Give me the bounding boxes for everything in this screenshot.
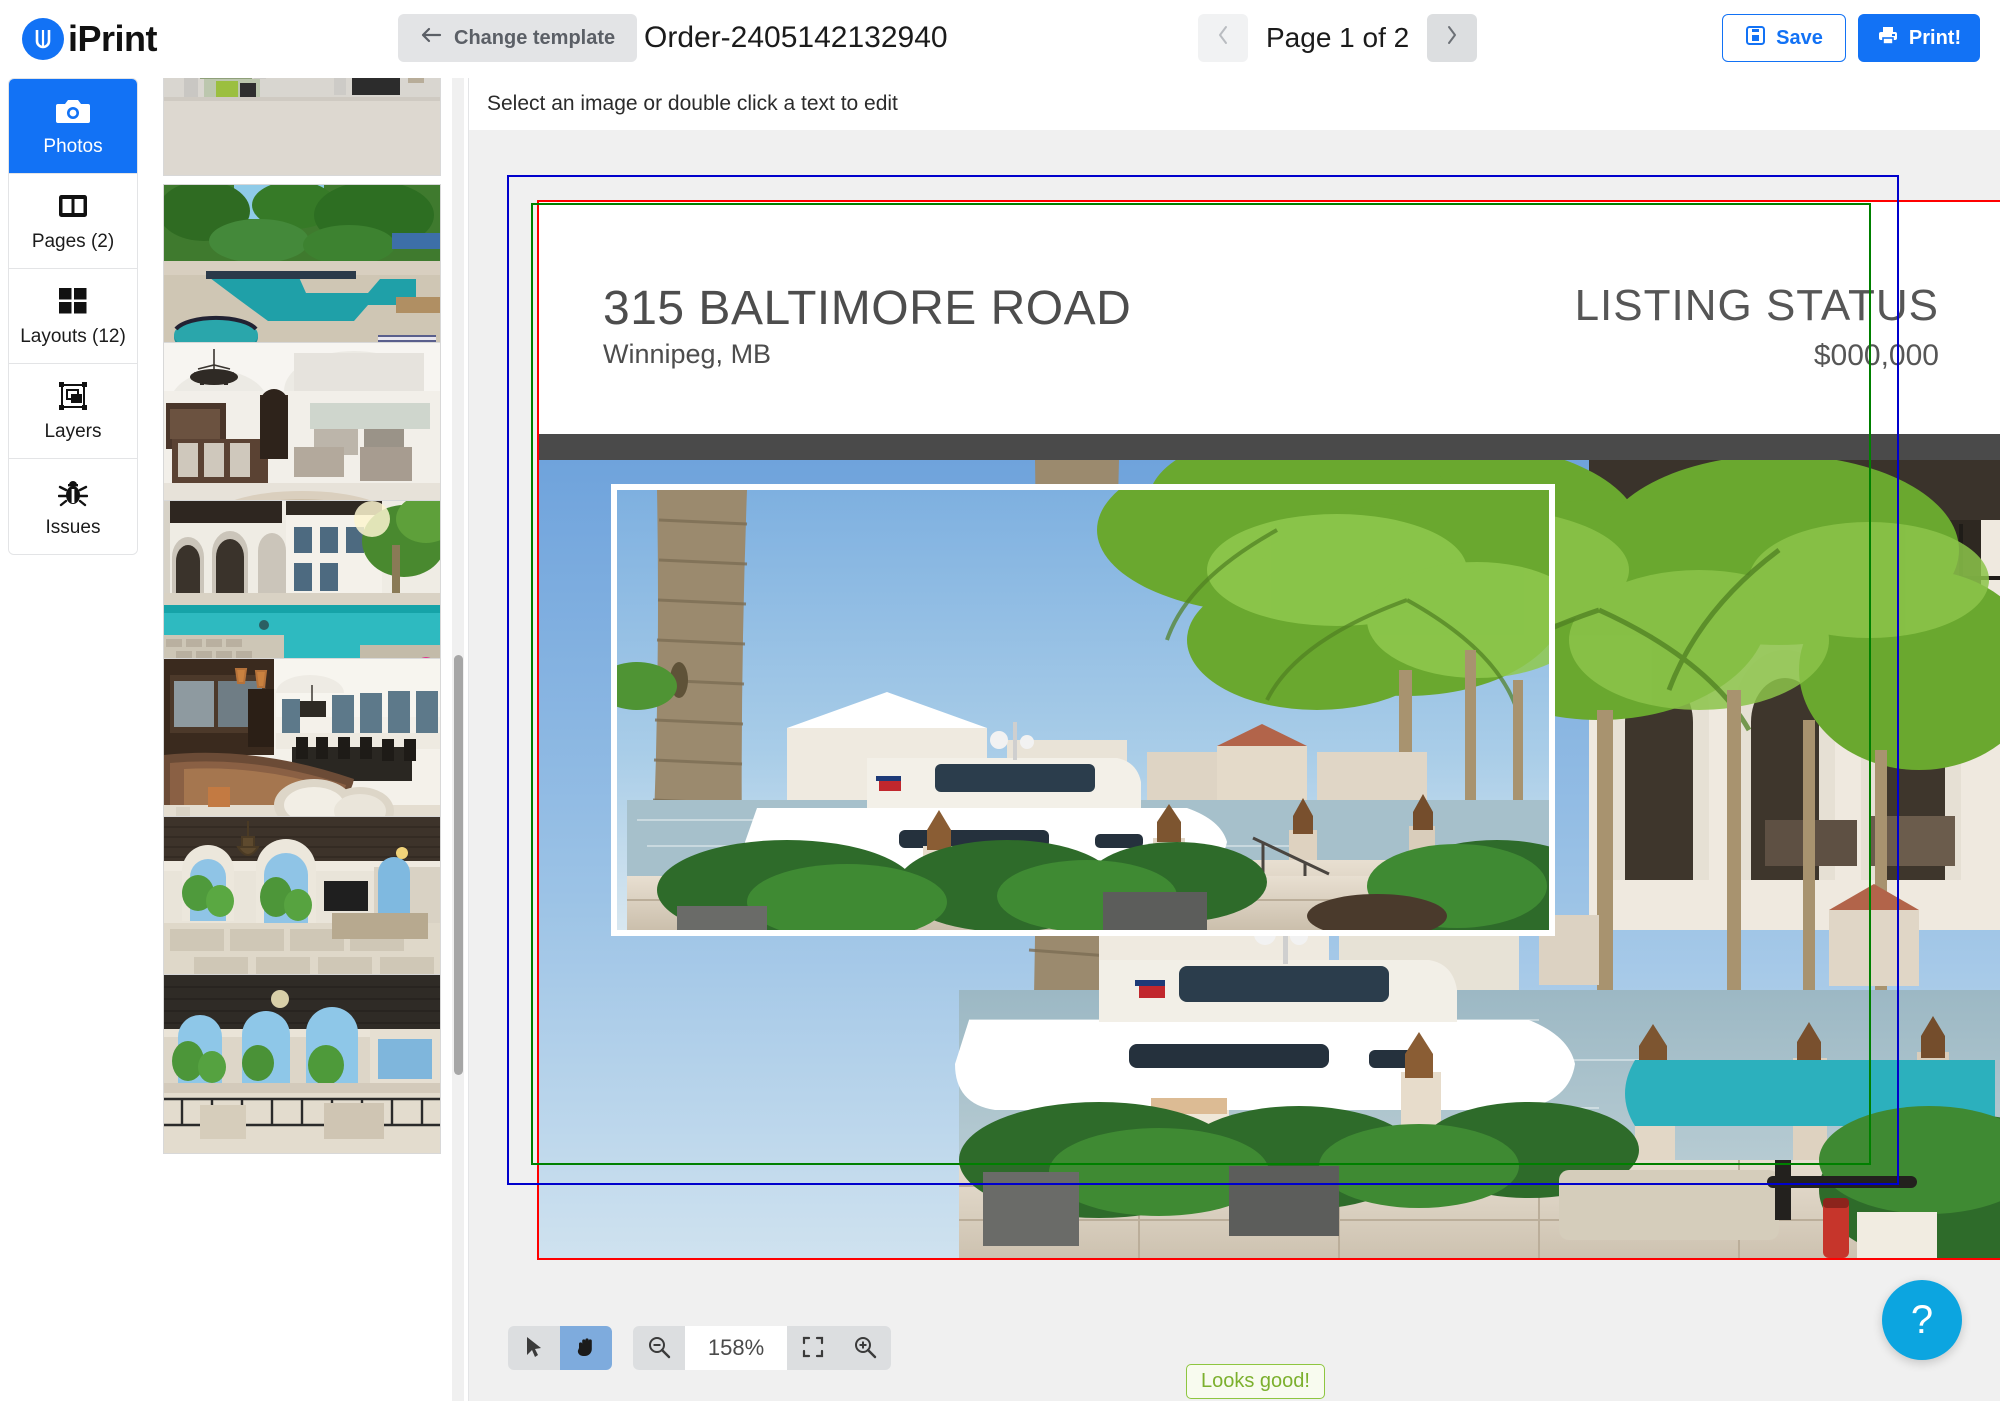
- photo-waterfront-palms-inset: [617, 490, 1549, 930]
- layers-icon: [58, 379, 88, 413]
- question-mark-icon: ?: [1910, 1297, 1934, 1342]
- camera-icon: [55, 94, 91, 128]
- design-divider-band: [539, 434, 2000, 460]
- sidebar-nav: Photos Pages (2) Layouts (12) Layers Iss…: [8, 78, 138, 555]
- sidebar-item-label: Pages (2): [31, 231, 115, 252]
- list-item[interactable]: [163, 342, 441, 522]
- canvas-tool-group: [508, 1326, 612, 1370]
- pan-tool-button[interactable]: [560, 1326, 612, 1370]
- list-item[interactable]: [163, 184, 441, 364]
- app-logo[interactable]: iPrint: [22, 18, 158, 60]
- page-navigator: Page 1 of 2: [1198, 14, 1478, 62]
- brand-name: iPrint: [68, 18, 158, 59]
- design-address-line[interactable]: 315 BALTIMORE ROAD: [603, 281, 1131, 336]
- photo-patio-dining-area: [164, 78, 440, 175]
- save-button[interactable]: Save: [1722, 14, 1846, 62]
- photo-covered-lanai: [164, 817, 440, 995]
- arrow-left-icon: [420, 26, 442, 50]
- sidebar-item-label: Issues: [45, 516, 101, 538]
- bug-icon: [58, 475, 88, 509]
- print-button[interactable]: Print!: [1858, 14, 1980, 62]
- sidebar-item-issues[interactable]: Issues: [9, 459, 137, 554]
- save-label: Save: [1776, 26, 1823, 49]
- zoom-in-button[interactable]: [839, 1326, 891, 1370]
- design-inset-photo: [617, 490, 1549, 930]
- sidebar-item-pages[interactable]: Pages (2): [9, 174, 137, 269]
- chevron-left-icon: [1216, 24, 1230, 53]
- bleed-guide: 315 BALTIMORE ROAD Winnipeg, MB LISTING …: [537, 200, 2000, 1260]
- previous-page-button[interactable]: [1198, 14, 1248, 62]
- chevron-right-icon: [1445, 24, 1459, 53]
- zoom-out-icon: [647, 1335, 671, 1362]
- zoom-control-group: [633, 1326, 891, 1370]
- list-item[interactable]: [163, 658, 441, 838]
- grid-icon: [58, 284, 88, 318]
- cursor-arrow-icon: [525, 1336, 543, 1361]
- hand-icon: [574, 1335, 598, 1362]
- design-status-label[interactable]: LISTING STATUS: [1575, 281, 1939, 331]
- top-bar: iPrint Change template Order-24051421329…: [0, 0, 2000, 78]
- design-inset-photo-frame[interactable]: [611, 484, 1555, 936]
- sidebar-item-label: Layouts (12): [20, 326, 126, 347]
- order-title: Order-2405142132940: [644, 21, 948, 54]
- sidebar-item-layers[interactable]: Layers: [9, 364, 137, 459]
- select-tool-button[interactable]: [508, 1326, 560, 1370]
- print-label: Print!: [1908, 26, 1962, 49]
- printer-icon: [1877, 25, 1899, 52]
- zoom-out-button[interactable]: [633, 1326, 685, 1370]
- photo-kitchen-dining: [164, 659, 440, 837]
- photo-pool-and-spa: [164, 185, 440, 363]
- list-item[interactable]: [163, 816, 441, 996]
- zoom-in-icon: [853, 1335, 877, 1362]
- change-template-label: Change template: [454, 26, 616, 49]
- design-header-block[interactable]: 315 BALTIMORE ROAD Winnipeg, MB LISTING …: [603, 277, 1939, 387]
- design-canvas-area[interactable]: 315 BALTIMORE ROAD Winnipeg, MB LISTING …: [468, 130, 2000, 1401]
- help-button[interactable]: ?: [1882, 1280, 1962, 1360]
- photo-balcony-waterfront: [164, 975, 440, 1153]
- sidebar-item-layouts[interactable]: Layouts (12): [9, 269, 137, 364]
- zoom-level-input[interactable]: [685, 1326, 787, 1370]
- photo-dining-living-room: [164, 343, 440, 521]
- floppy-disk-icon: [1745, 25, 1766, 52]
- list-item[interactable]: [163, 78, 441, 176]
- fit-to-screen-button[interactable]: [787, 1326, 839, 1370]
- list-item[interactable]: [163, 974, 441, 1154]
- pages-icon: [58, 189, 88, 223]
- photo-pool-terrace-arches: [164, 501, 440, 679]
- photo-thumbnail-panel: [150, 78, 460, 1401]
- sidebar-item-label: Layers: [44, 421, 102, 442]
- next-page-button[interactable]: [1427, 14, 1478, 62]
- design-price[interactable]: $000,000: [1814, 339, 1939, 373]
- sidebar-item-photos[interactable]: Photos: [9, 79, 137, 174]
- editor-hint-bar: Select an image or double click a text t…: [468, 78, 2000, 130]
- page-indicator-label: Page 1 of 2: [1266, 22, 1410, 53]
- status-badge: Looks good!: [1186, 1364, 1325, 1399]
- editor-hint-text: Select an image or double click a text t…: [487, 92, 898, 115]
- iprint-logo-icon: [22, 18, 64, 60]
- design-city-line[interactable]: Winnipeg, MB: [603, 339, 771, 370]
- change-template-button[interactable]: Change template: [398, 14, 638, 62]
- fit-screen-icon: [802, 1336, 824, 1361]
- list-item[interactable]: [163, 500, 441, 680]
- photo-panel-scrollbar-thumb[interactable]: [454, 655, 463, 1075]
- sidebar-item-label: Photos: [43, 136, 103, 157]
